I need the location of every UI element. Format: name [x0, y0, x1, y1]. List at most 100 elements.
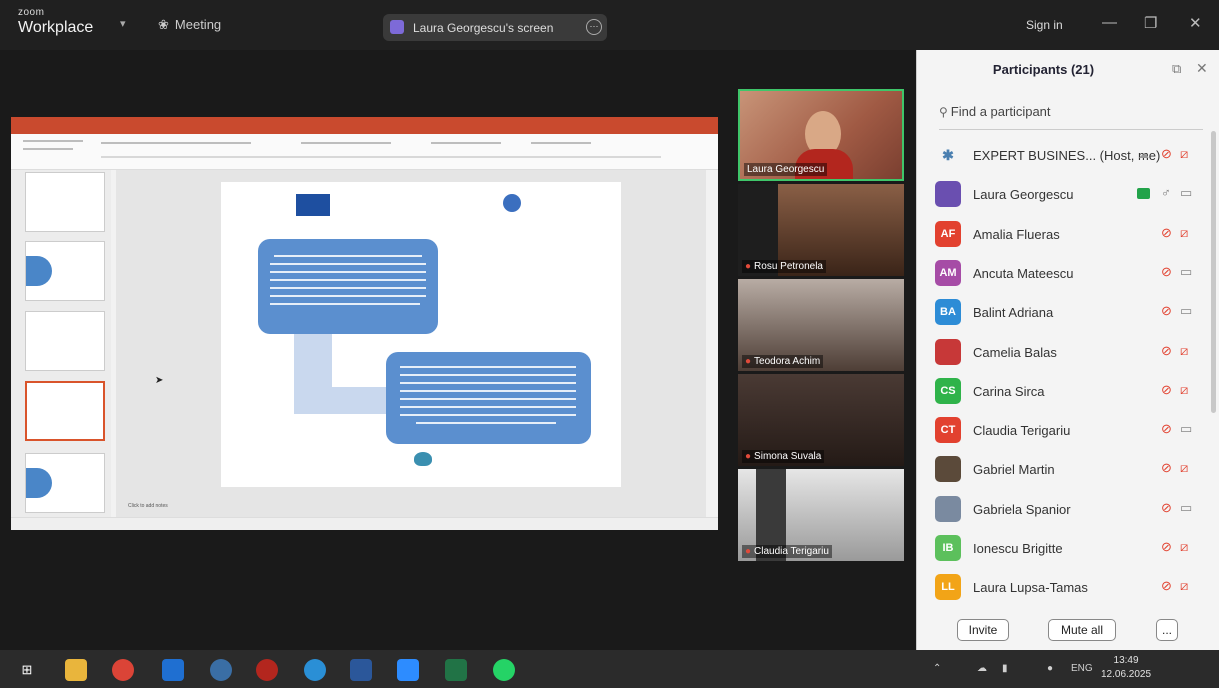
participant-row[interactable]: BA Balint Adriana ⊘ ▭	[917, 294, 1219, 333]
muted-mic-icon[interactable]: ⊘	[1161, 382, 1172, 398]
word-icon[interactable]	[350, 659, 372, 681]
camera-icon[interactable]: ▭	[1180, 500, 1192, 516]
camera-off-icon[interactable]: ⧄	[1180, 146, 1188, 162]
camera-icon[interactable]: ▭	[1180, 185, 1192, 201]
microphone-icon[interactable]: ♂	[1161, 185, 1171, 201]
app-icon[interactable]	[256, 659, 278, 681]
excel-icon[interactable]	[445, 659, 467, 681]
muted-mic-icon[interactable]: ⊘	[1161, 539, 1172, 555]
avatar	[935, 456, 961, 483]
camera-off-icon[interactable]: ⧄	[1180, 460, 1188, 476]
slide-thumbnail[interactable]	[25, 311, 105, 371]
scrollbar[interactable]	[1211, 131, 1216, 413]
participant-name: Gabriela Spanior	[973, 501, 1071, 517]
participant-row[interactable]: Gabriela Spanior ⊘ ▭	[917, 491, 1219, 530]
camera-icon[interactable]: ▭	[1180, 264, 1192, 280]
video-tile[interactable]: Laura Georgescu	[738, 89, 904, 181]
camera-off-icon[interactable]: ⧄	[1180, 382, 1188, 398]
avatar	[935, 495, 961, 522]
whatsapp-icon[interactable]	[493, 659, 515, 681]
mute-all-button[interactable]: Mute all	[1048, 619, 1116, 641]
muted-mic-icon: ●	[745, 356, 752, 367]
battery-icon[interactable]: ▮	[1002, 663, 1008, 674]
close-icon[interactable]: ✕	[1189, 14, 1202, 32]
slide-thumbnail[interactable]	[25, 453, 105, 513]
muted-mic-icon[interactable]: ⊘	[1161, 303, 1172, 319]
wifi-icon[interactable]: ●	[1047, 663, 1053, 674]
close-panel-icon[interactable]: ✕	[1196, 60, 1208, 77]
slide-thumbnail-selected[interactable]	[25, 381, 105, 441]
more-button[interactable]: ...	[1156, 619, 1178, 641]
muted-mic-icon[interactable]: ⊘	[1161, 225, 1172, 241]
participant-row[interactable]: CS Carina Sirca ⊘ ⧄	[917, 373, 1219, 412]
avatar	[935, 181, 961, 208]
cloud-icon[interactable]: ☁	[977, 663, 987, 674]
maximize-icon[interactable]: ❐	[1144, 14, 1157, 32]
invite-button[interactable]: Invite	[957, 619, 1009, 641]
participant-row[interactable]: IB Ionescu Brigitte ⊘ ⧄	[917, 530, 1219, 569]
slide-thumbnail[interactable]	[25, 241, 105, 301]
participant-row[interactable]: AM Ancuta Mateescu ⊘ ▭	[917, 255, 1219, 294]
app-icon[interactable]	[210, 659, 232, 681]
camera-off-icon[interactable]: ⧄	[1180, 343, 1188, 359]
shared-powerpoint-window[interactable]	[11, 117, 718, 530]
search-icon: ⚲	[939, 105, 948, 119]
participant-row[interactable]: LL Laura Lupsa-Tamas ⊘ ⧄	[917, 569, 1219, 608]
video-participant-name: ● Teodora Achim	[742, 355, 824, 368]
participant-row[interactable]: Gabriel Martin ⊘ ⧄	[917, 451, 1219, 490]
camera-icon[interactable]: ▭	[1180, 303, 1192, 319]
show-hidden-icons-icon[interactable]: ⌃	[933, 663, 941, 674]
slide-thumbnail[interactable]	[25, 172, 105, 232]
participant-name: Amalia Flueras	[973, 226, 1060, 242]
pop-out-icon[interactable]: ⧉	[1172, 61, 1181, 77]
search-input[interactable]: ⚲ Find a participant	[939, 104, 1203, 130]
participant-name: Carina Sirca	[973, 383, 1045, 399]
participant-row[interactable]: AF Amalia Flueras ⊘ ⧄	[917, 216, 1219, 255]
avatar: LL	[935, 574, 961, 601]
edge-icon[interactable]	[304, 659, 326, 681]
notes-placeholder[interactable]: Click to add notes	[128, 503, 168, 509]
participant-row[interactable]: ✱ EXPERT BUSINES... (Host, me) ☁ ⊘ ⧄	[917, 137, 1219, 176]
brand-name: Workplace	[18, 19, 94, 36]
video-tile[interactable]: ● Teodora Achim	[738, 279, 904, 371]
camera-off-icon[interactable]: ⧄	[1180, 225, 1188, 241]
participant-row[interactable]: Camelia Balas ⊘ ⧄	[917, 334, 1219, 373]
sign-in-button[interactable]: Sign in	[1026, 18, 1063, 32]
system-clock[interactable]: 13:49 12.06.2025	[1101, 654, 1151, 682]
screen-share-label: Laura Georgescu's screen	[413, 21, 554, 35]
muted-mic-icon[interactable]: ⊘	[1161, 146, 1172, 162]
meeting-tab[interactable]: ❀ Meeting	[158, 17, 221, 33]
muted-mic-icon[interactable]: ⊘	[1161, 460, 1172, 476]
participant-name: Claudia Terigariu	[973, 423, 1071, 439]
camera-off-icon[interactable]: ⧄	[1180, 539, 1188, 555]
windows-start-icon[interactable]: ⊞	[16, 659, 38, 681]
program-logo	[414, 452, 432, 466]
camera-icon[interactable]: ▭	[1180, 421, 1192, 437]
participant-row[interactable]: Laura Georgescu ♂ ▭	[917, 176, 1219, 215]
screen-share-icon	[1137, 188, 1150, 200]
muted-mic-icon[interactable]: ⊘	[1161, 500, 1172, 516]
video-tile[interactable]: ● Rosu Petronela	[738, 184, 904, 276]
chevron-down-icon[interactable]: ▾	[120, 17, 126, 30]
muted-mic-icon[interactable]: ⊘	[1161, 578, 1172, 594]
muted-mic-icon[interactable]: ⊘	[1161, 264, 1172, 280]
outlook-icon[interactable]	[162, 659, 184, 681]
clock-time: 13:49	[1113, 655, 1139, 666]
file-explorer-icon[interactable]	[65, 659, 87, 681]
chrome-icon[interactable]	[112, 659, 134, 681]
participant-row[interactable]: CT Claudia Terigariu ⊘ ▭	[917, 412, 1219, 451]
windows-taskbar: ⊞ ⌃ ☁ ▮ ● ENG 13:49 12.06.2025	[0, 650, 1219, 688]
video-tile[interactable]: ● Claudia Terigariu	[738, 469, 904, 561]
language-indicator[interactable]: ENG	[1071, 663, 1093, 674]
avatar: CS	[935, 377, 961, 404]
video-tile[interactable]: ● Simona Suvala	[738, 374, 904, 466]
slide-thumbnails	[11, 170, 111, 517]
screen-share-indicator[interactable]: Laura Georgescu's screen ···	[383, 14, 607, 41]
flow-arrow	[294, 387, 386, 414]
muted-mic-icon[interactable]: ⊘	[1161, 421, 1172, 437]
zoom-taskbar-icon[interactable]	[397, 659, 419, 681]
camera-off-icon[interactable]: ⧄	[1180, 578, 1188, 594]
minimize-icon[interactable]: —	[1102, 14, 1117, 31]
more-options-icon[interactable]: ···	[586, 19, 602, 35]
muted-mic-icon[interactable]: ⊘	[1161, 343, 1172, 359]
